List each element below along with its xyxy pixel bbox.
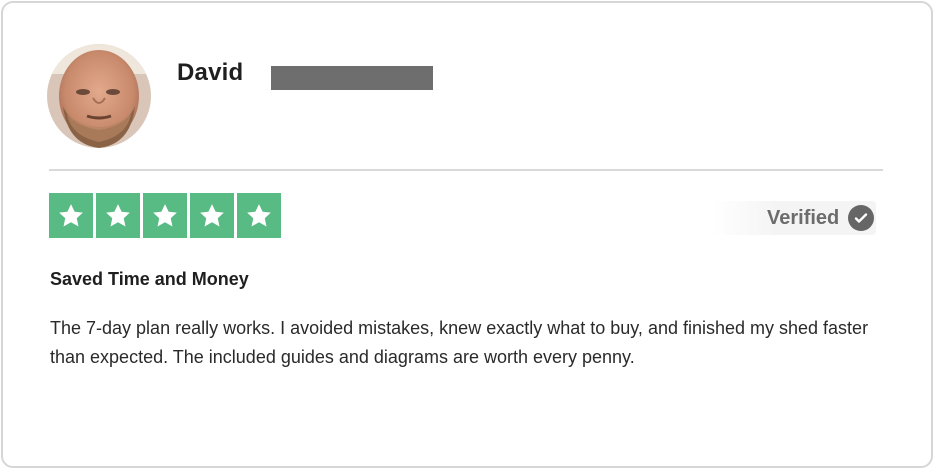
star-icon [237,193,281,238]
check-circle-icon [848,205,875,231]
star-icon [143,193,187,238]
verified-label: Verified [767,206,840,229]
review-body: The 7-day plan really works. I avoided m… [50,318,869,367]
star-rating [49,193,281,238]
redacted-surname-bar [271,66,433,90]
review-card: David Verified Saved Time and Money The … [1,1,933,468]
star-icon [190,193,234,238]
star-icon [49,193,93,238]
star-icon [96,193,140,238]
divider [49,169,883,171]
verified-badge: Verified [713,201,877,235]
avatar-photo [47,44,151,148]
reviewer-name: David [177,59,244,86]
review-title: Saved Time and Money [50,269,249,289]
avatar [47,44,151,148]
